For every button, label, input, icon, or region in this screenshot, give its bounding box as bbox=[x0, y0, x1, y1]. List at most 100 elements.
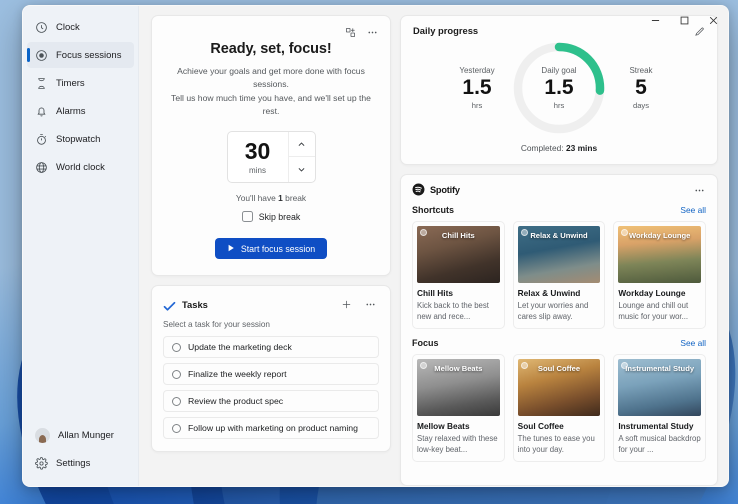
spotify-more-options-icon[interactable] bbox=[691, 182, 708, 199]
playlist-tile[interactable]: Chill Hits Chill Hits Kick back to the b… bbox=[412, 221, 505, 329]
art-label: Chill Hits bbox=[417, 232, 500, 241]
daily-progress-card: Daily progress Yesterday 1.5 hrs bbox=[400, 15, 718, 165]
tasks-more-options-icon[interactable] bbox=[361, 295, 379, 313]
navigation-sidebar: Clock Focus sessions Timers bbox=[23, 6, 139, 486]
duration-control: 30 mins bbox=[166, 131, 376, 183]
daily-goal-progress-ring: Daily goal 1.5 hrs bbox=[509, 38, 609, 138]
task-radio-icon[interactable] bbox=[172, 343, 181, 352]
sidebar-item-settings[interactable]: Settings bbox=[27, 450, 134, 476]
playlist-title: Workday Lounge bbox=[618, 288, 701, 298]
chevron-down-icon[interactable] bbox=[289, 157, 315, 182]
focus-subtitle-line1: Achieve your goals and get more done wit… bbox=[177, 66, 365, 89]
sidebar-item-world-clock[interactable]: World clock bbox=[27, 154, 134, 180]
playlist-title: Soul Coffee bbox=[518, 421, 601, 431]
stopwatch-icon bbox=[35, 133, 48, 146]
break-note: You'll have 1 break bbox=[166, 193, 376, 203]
task-radio-icon[interactable] bbox=[172, 397, 181, 406]
duration-value-group[interactable]: 30 mins bbox=[228, 132, 288, 182]
playlist-description: Kick back to the best new and rece... bbox=[417, 300, 500, 322]
shortcuts-section-header: Shortcuts See all bbox=[412, 205, 706, 215]
spinner-buttons bbox=[288, 132, 315, 182]
see-all-shortcuts-link[interactable]: See all bbox=[680, 205, 706, 215]
left-column: Ready, set, focus! Achieve your goals an… bbox=[151, 15, 391, 486]
avatar bbox=[35, 428, 50, 443]
art-label: Soul Coffee bbox=[518, 365, 601, 374]
completed-value: 23 mins bbox=[566, 143, 597, 153]
task-radio-icon[interactable] bbox=[172, 424, 181, 433]
art-label: Workday Lounge bbox=[618, 232, 701, 241]
stat-unit: days bbox=[611, 101, 671, 110]
account-name: Allan Munger bbox=[58, 430, 114, 441]
playlist-description: A soft musical backdrop for your ... bbox=[618, 433, 701, 455]
hourglass-icon bbox=[35, 77, 48, 90]
focus-session-card: Ready, set, focus! Achieve your goals an… bbox=[151, 15, 391, 276]
completed-status: Completed: 23 mins bbox=[413, 143, 705, 153]
art-label: Relax & Unwind bbox=[518, 232, 601, 241]
playlist-description: The tunes to ease you into your day. bbox=[518, 433, 601, 455]
playlist-title: Chill Hits bbox=[417, 288, 500, 298]
sidebar-item-timers[interactable]: Timers bbox=[27, 70, 134, 96]
stat-value: 5 bbox=[611, 77, 671, 100]
stat-unit: hrs bbox=[447, 101, 507, 110]
task-label: Follow up with marketing on product nami… bbox=[188, 423, 358, 433]
sidebar-item-account[interactable]: Allan Munger bbox=[27, 422, 134, 448]
skip-break-label: Skip break bbox=[259, 212, 301, 222]
skip-break-checkbox[interactable] bbox=[242, 211, 253, 222]
completed-prefix: Completed: bbox=[521, 143, 566, 153]
break-prefix: You'll have bbox=[236, 193, 278, 203]
album-art: Chill Hits bbox=[417, 226, 500, 283]
sidebar-item-label: Stopwatch bbox=[56, 134, 100, 145]
sidebar-item-stopwatch[interactable]: Stopwatch bbox=[27, 126, 134, 152]
window-controls bbox=[641, 6, 728, 34]
focus-tiles: Mellow Beats Mellow Beats Stay relaxed w… bbox=[412, 354, 706, 462]
playlist-tile[interactable]: Workday Lounge Workday Lounge Lounge and… bbox=[613, 221, 706, 329]
spotify-name: Spotify bbox=[430, 185, 460, 195]
more-options-icon[interactable] bbox=[363, 23, 381, 41]
stat-label: Yesterday bbox=[447, 66, 507, 75]
playlist-tile[interactable]: Relax & Unwind Relax & Unwind Let your w… bbox=[513, 221, 606, 329]
focus-card-tools bbox=[341, 23, 381, 41]
list-item[interactable]: Review the product spec bbox=[163, 390, 379, 412]
spotify-card: Spotify Shortcuts See all Ch bbox=[400, 174, 718, 486]
add-task-icon[interactable] bbox=[337, 295, 355, 313]
playlist-tile[interactable]: Soul Coffee Soul Coffee The tunes to eas… bbox=[513, 354, 606, 462]
chevron-up-icon[interactable] bbox=[289, 132, 315, 157]
close-button[interactable] bbox=[699, 6, 728, 34]
art-label: Mellow Beats bbox=[417, 365, 500, 374]
album-art: Workday Lounge bbox=[618, 226, 701, 283]
gear-icon bbox=[35, 457, 48, 470]
start-button-label: Start focus session bbox=[241, 244, 315, 254]
skip-break-row[interactable]: Skip break bbox=[166, 211, 376, 222]
list-item[interactable]: Update the marketing deck bbox=[163, 336, 379, 358]
task-radio-icon[interactable] bbox=[172, 370, 181, 379]
sidebar-item-clock[interactable]: Clock bbox=[27, 14, 134, 40]
sidebar-item-label: World clock bbox=[56, 162, 105, 173]
sidebar-item-label: Timers bbox=[56, 78, 85, 89]
start-focus-session-button[interactable]: Start focus session bbox=[215, 238, 327, 259]
stat-label: Daily goal bbox=[541, 66, 576, 75]
sidebar-item-label: Alarms bbox=[56, 106, 86, 117]
nav-list: Clock Focus sessions Timers bbox=[23, 12, 138, 420]
task-label: Finalize the weekly report bbox=[188, 369, 287, 379]
task-list: Update the marketing deck Finalize the w… bbox=[163, 336, 379, 439]
list-item[interactable]: Follow up with marketing on product nami… bbox=[163, 417, 379, 439]
stat-yesterday: Yesterday 1.5 hrs bbox=[447, 66, 507, 111]
playlist-tile[interactable]: Mellow Beats Mellow Beats Stay relaxed w… bbox=[412, 354, 505, 462]
section-title: Focus bbox=[412, 338, 439, 348]
art-label: Instrumental Study bbox=[618, 365, 701, 374]
sidebar-item-alarms[interactable]: Alarms bbox=[27, 98, 134, 124]
sidebar-item-focus-sessions[interactable]: Focus sessions bbox=[27, 42, 134, 68]
maximize-button[interactable] bbox=[670, 6, 699, 34]
playlist-tile[interactable]: Instrumental Study Instrumental Study A … bbox=[613, 354, 706, 462]
playlist-title: Relax & Unwind bbox=[518, 288, 601, 298]
spotify-logo-icon bbox=[412, 183, 425, 196]
duration-unit: mins bbox=[249, 166, 266, 175]
stat-streak: Streak 5 days bbox=[611, 66, 671, 111]
compact-view-icon[interactable] bbox=[341, 23, 359, 41]
minimize-button[interactable] bbox=[641, 6, 670, 34]
see-all-focus-link[interactable]: See all bbox=[680, 338, 706, 348]
duration-spinner[interactable]: 30 mins bbox=[227, 131, 316, 183]
stat-value: 1.5 bbox=[544, 77, 573, 100]
play-icon bbox=[227, 244, 235, 254]
list-item[interactable]: Finalize the weekly report bbox=[163, 363, 379, 385]
